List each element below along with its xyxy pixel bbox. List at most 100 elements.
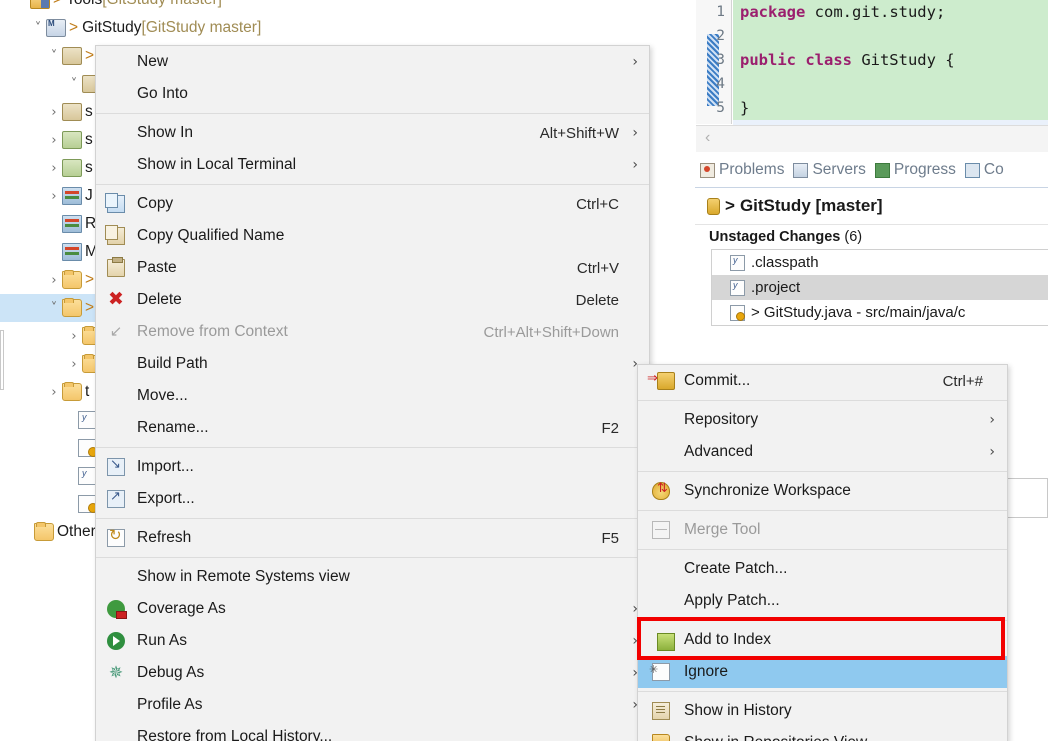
editor-code-body[interactable]: 123456 package com.git.study; public clas… (696, 0, 1048, 144)
menu-separator (96, 557, 649, 558)
tab-progress[interactable]: Progress (874, 161, 956, 179)
team-submenu[interactable]: Commit... Ctrl+# Repository › Advanced › Synch… (637, 364, 1008, 741)
menu-item-show-in-remote-systems-view[interactable]: Show in Remote Systems view (96, 561, 649, 593)
menu-item-label: Show in History (684, 702, 792, 719)
menu-item-repository[interactable]: Repository › (638, 404, 1007, 436)
menu-separator (638, 691, 1007, 692)
tab-label: Co (983, 161, 1004, 178)
tree-item[interactable]: › s (0, 154, 93, 182)
tree-twistie[interactable]: › (66, 357, 82, 372)
menu-item-new[interactable]: New › (96, 46, 649, 78)
menu-item-create-patch[interactable]: Create Patch... (638, 553, 1007, 585)
view-tab-bar[interactable]: Problems Servers Progress Co (695, 153, 1048, 188)
menu-item-move[interactable]: Move... (96, 380, 649, 412)
package-green-icon (62, 131, 82, 149)
java-editor[interactable]: 123456 package com.git.study; public clas… (695, 0, 1048, 152)
tree-item[interactable]: › t (0, 378, 89, 406)
menu-item-coverage-as[interactable]: Coverage As › (96, 593, 649, 625)
tree-twistie[interactable]: › (66, 329, 82, 344)
tree-item[interactable]: › s (0, 126, 93, 154)
menu-item-apply-patch[interactable]: Apply Patch... (638, 585, 1007, 617)
tree-item[interactable]: p (0, 490, 110, 518)
menu-item-show-in[interactable]: Show In Alt+Shift+W › (96, 117, 649, 149)
unstaged-changes-header[interactable]: Unstaged Changes (6) (695, 224, 1048, 249)
tree-item[interactable]: › (0, 350, 105, 378)
menu-item-build-path[interactable]: Build Path › (96, 348, 649, 380)
menu-item-delete[interactable]: ✖ Delete Delete (96, 284, 649, 316)
menu-item-show-in-local-terminal[interactable]: Show in Local Terminal › (96, 149, 649, 181)
tree-item-label: s (85, 131, 93, 148)
menu-separator (638, 471, 1007, 472)
tree-item[interactable]: Other (0, 518, 96, 546)
tree-item[interactable]: ˅ >GitStudy [GitStudy master] (0, 14, 261, 42)
tree-item[interactable]: ˅ > (0, 294, 99, 322)
line-number: 4 (716, 76, 725, 92)
folder-git-icon (62, 298, 82, 317)
menu-item-advanced[interactable]: Advanced › (638, 436, 1007, 468)
menu-item-label: Profile As (137, 696, 203, 713)
menu-item-import[interactable]: Import... (96, 451, 649, 483)
tree-twistie[interactable]: ˅ (46, 49, 62, 64)
code-text-area[interactable]: package com.git.study; public class GitSt… (733, 0, 1048, 144)
staging-list-item[interactable]: .project (712, 275, 1048, 300)
editor-horizontal-scrollbar[interactable]: ‹ (696, 125, 1048, 152)
unstaged-changes-list[interactable]: .classpath .project > GitStudy.java - src/… (711, 249, 1048, 326)
menu-item-copy-qualified-name[interactable]: Copy Qualified Name (96, 220, 649, 252)
menu-item-show-in-repositories-view[interactable]: Show in Repositories View (638, 727, 1007, 741)
project-context-menu[interactable]: New › Go Into Show In Alt+Shift+W › Show in Lo… (95, 45, 650, 741)
tree-item[interactable]: ˅>s (0, 42, 106, 70)
tree-item[interactable]: R (0, 210, 96, 238)
line-number-ruler: 123456 (696, 0, 732, 144)
menu-item-label: Apply Patch... (684, 592, 780, 609)
menu-item-run-as[interactable]: Run As › (96, 625, 649, 657)
tree-item[interactable]: › (0, 322, 105, 350)
menu-item-ignore[interactable]: Ignore (638, 656, 1007, 688)
menu-item-debug-as[interactable]: ✵ Debug As › (96, 657, 649, 689)
tree-twistie[interactable]: ˅ (66, 77, 82, 92)
menu-item-rename[interactable]: Rename... F2 (96, 412, 649, 444)
menu-item-commit[interactable]: Commit... Ctrl+# (638, 365, 1007, 397)
staging-list-item[interactable]: .classpath (712, 250, 1048, 275)
menu-item-add-to-index[interactable]: Add to Index (638, 624, 1007, 656)
code-line[interactable]: } (733, 96, 1048, 120)
menu-item-show-in-history[interactable]: Show in History (638, 695, 1007, 727)
scroll-left-icon[interactable]: ‹ (705, 129, 710, 147)
tree-twistie[interactable]: › (46, 273, 62, 288)
menu-item-copy[interactable]: Copy Ctrl+C (96, 188, 649, 220)
menu-item-go-into[interactable]: Go Into (96, 78, 649, 110)
tree-twistie[interactable]: › (46, 105, 62, 120)
menu-item-label: Import... (137, 458, 194, 475)
menu-item-profile-as[interactable]: Profile As › (96, 689, 649, 721)
code-line[interactable] (733, 24, 1048, 48)
tree-item[interactable]: > Tools [GitStudy master] (0, 0, 222, 14)
tree-item[interactable]: › > (0, 266, 98, 294)
tree-twistie[interactable]: ˅ (30, 21, 46, 36)
tree-item[interactable]: ˅t (0, 70, 109, 98)
tab-problems[interactable]: Problems (700, 161, 784, 179)
menu-item-shortcut: Ctrl+V (576, 259, 619, 277)
menu-item-paste[interactable]: Paste Ctrl+V (96, 252, 649, 284)
menu-item-synchronize-workspace[interactable]: Synchronize Workspace (638, 475, 1007, 507)
tab-co[interactable]: Co (964, 161, 1004, 179)
servers-icon (793, 162, 809, 178)
code-line[interactable]: package com.git.study; (733, 0, 1048, 24)
tree-twistie[interactable]: › (46, 189, 62, 204)
menu-item-export[interactable]: Export... (96, 483, 649, 515)
code-line[interactable] (733, 72, 1048, 96)
code-line[interactable]: public class GitStudy { (733, 48, 1048, 72)
menu-item-refresh[interactable]: Refresh F5 (96, 522, 649, 554)
tree-twistie[interactable]: ˅ (46, 301, 62, 316)
menu-item-restore-from-local-history[interactable]: Restore from Local History... (96, 721, 649, 741)
tree-item[interactable]: M (0, 238, 98, 266)
tab-servers[interactable]: Servers (793, 161, 866, 179)
tree-twistie[interactable]: › (46, 385, 62, 400)
tree-item-label: s (85, 159, 93, 176)
tree-item[interactable]: › J (0, 182, 93, 210)
staging-list-item[interactable]: > GitStudy.java - src/main/java/c (712, 300, 1048, 325)
submenu-arrow-icon: › (989, 444, 995, 460)
tree-twistie[interactable]: › (46, 133, 62, 148)
line-number: 1 (716, 4, 725, 20)
tree-item[interactable]: › s (0, 98, 93, 126)
tree-twistie[interactable]: › (46, 161, 62, 176)
repo-arrow: > (725, 196, 735, 215)
